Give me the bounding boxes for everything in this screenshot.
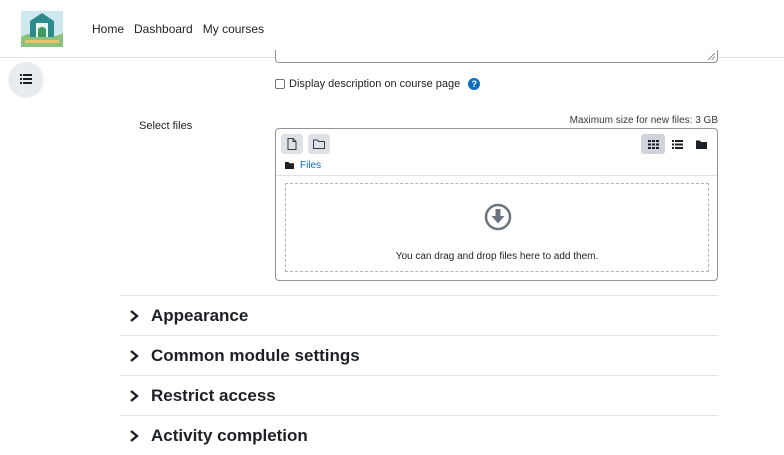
folder-outline-icon	[313, 139, 325, 149]
file-manager: Files You can drag and drop files here t…	[275, 128, 718, 281]
chevron-right-icon	[130, 349, 139, 362]
divider	[276, 175, 717, 176]
primary-navigation: Home Dashboard My courses	[92, 22, 264, 36]
drop-zone-text: You can drag and drop files here to add …	[395, 251, 599, 262]
help-icon[interactable]: ?	[468, 78, 481, 90]
section-title: Restrict access	[151, 385, 276, 405]
view-icons-button[interactable]	[641, 134, 665, 154]
chevron-right-icon	[130, 389, 139, 402]
file-drop-zone[interactable]: You can drag and drop files here to add …	[285, 183, 709, 272]
files-path-link[interactable]: Files	[300, 160, 321, 171]
chevron-right-icon	[130, 309, 139, 322]
description-textarea[interactable]	[275, 50, 718, 63]
section-activity-completion[interactable]: Activity completion	[121, 415, 718, 455]
select-files-label: Select files	[139, 120, 193, 132]
section-restrict-access[interactable]: Restrict access	[121, 375, 718, 415]
nav-dashboard-link[interactable]: Dashboard	[134, 22, 193, 36]
folder-icon	[285, 162, 294, 169]
folder-icon	[695, 140, 707, 149]
view-mode-toggle	[641, 134, 713, 154]
section-common-module-settings[interactable]: Common module settings	[121, 335, 718, 375]
display-description-checkbox[interactable]	[275, 79, 285, 89]
nav-home-link[interactable]: Home	[92, 22, 124, 36]
section-title: Common module settings	[151, 345, 360, 365]
download-circle-icon	[484, 203, 512, 231]
add-file-button[interactable]	[281, 134, 303, 154]
create-folder-button[interactable]	[308, 134, 330, 154]
list-icon	[20, 74, 32, 84]
chevron-right-icon	[130, 429, 139, 442]
section-appearance[interactable]: Appearance	[121, 295, 718, 335]
max-size-note: Maximum size for new files: 3 GB	[569, 115, 718, 126]
resize-handle-icon[interactable]	[708, 53, 715, 60]
display-description-label[interactable]: Display description on course page	[289, 78, 460, 90]
grid-icon	[647, 139, 659, 149]
site-logo[interactable]	[21, 11, 63, 47]
course-index-drawer-toggle[interactable]	[9, 62, 43, 96]
view-list-button[interactable]	[665, 134, 689, 154]
list-icon	[671, 139, 683, 149]
file-path-breadcrumb: Files	[285, 160, 321, 171]
file-icon	[287, 138, 297, 150]
view-tree-button[interactable]	[689, 134, 713, 154]
section-title: Appearance	[151, 305, 249, 325]
display-description-row: Display description on course page ?	[275, 78, 481, 90]
nav-my-courses-link[interactable]: My courses	[203, 22, 264, 36]
section-title: Activity completion	[151, 425, 308, 445]
